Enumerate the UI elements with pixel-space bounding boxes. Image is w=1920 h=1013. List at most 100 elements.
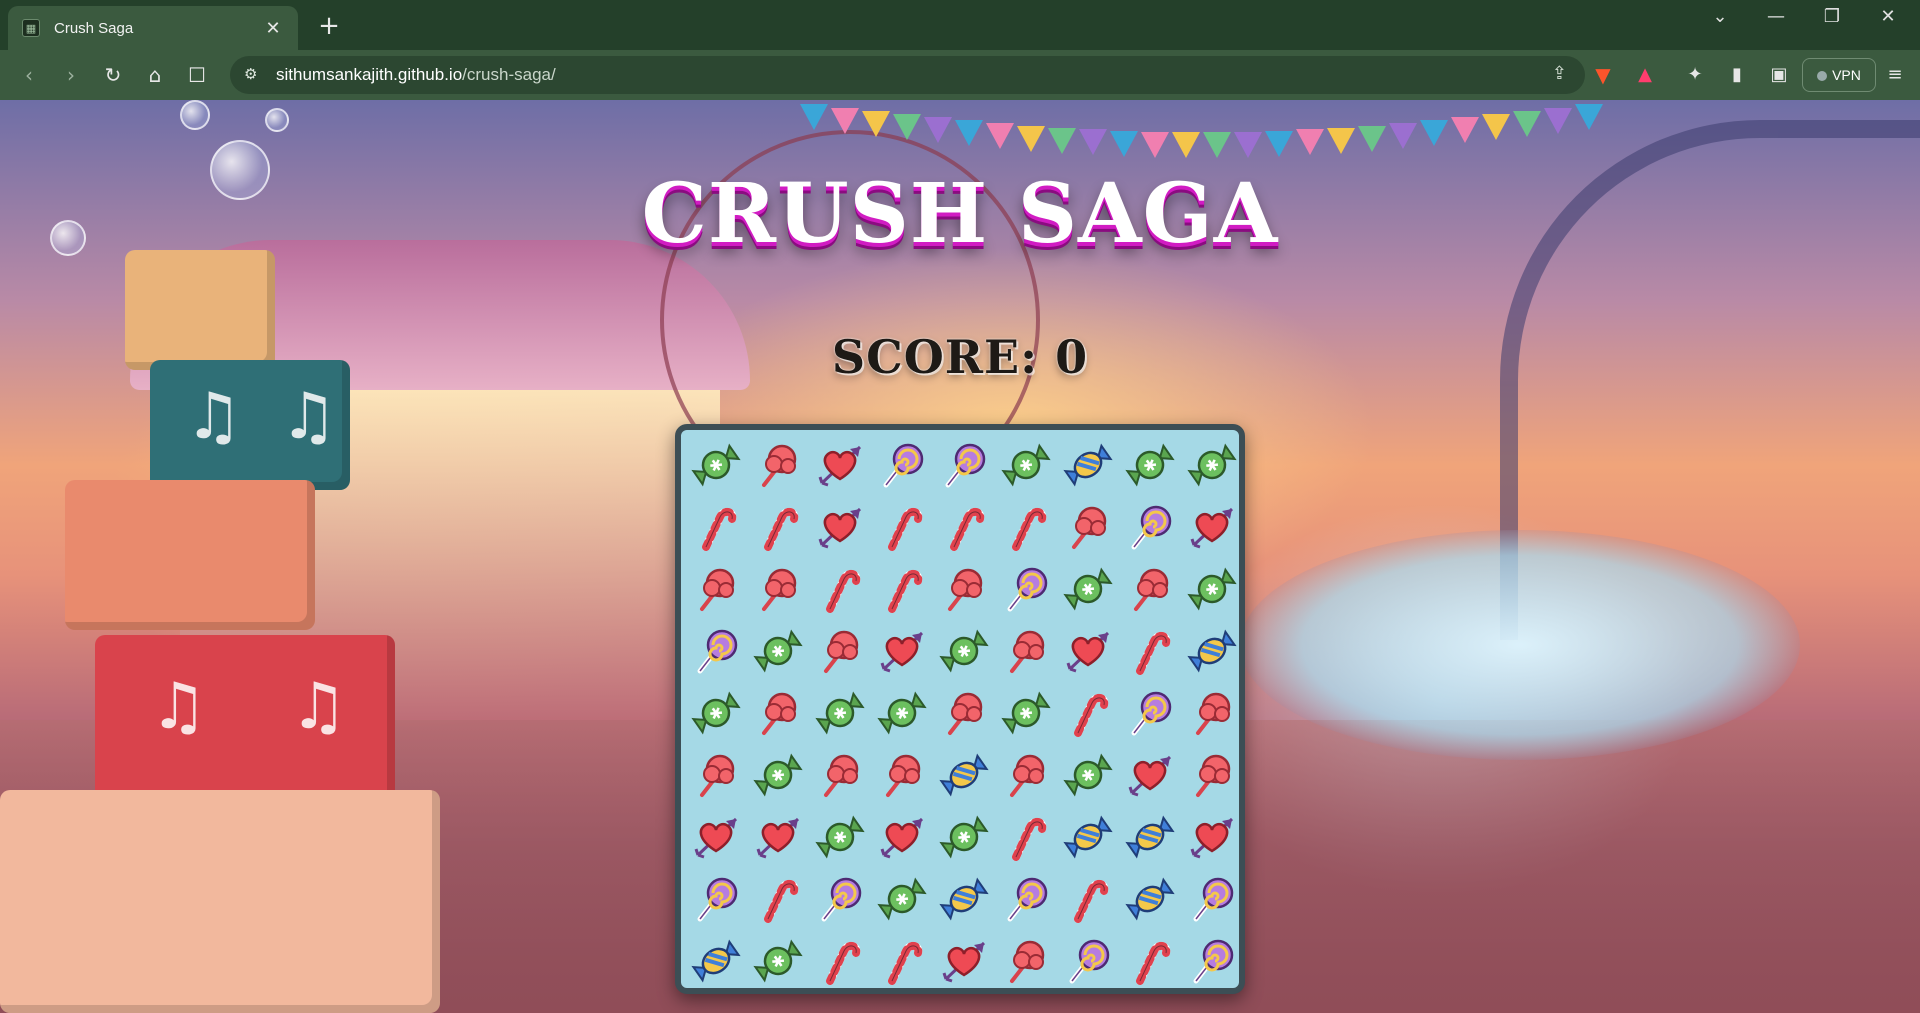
board-cell[interactable]: ✱	[1057, 744, 1119, 806]
board-cell[interactable]	[1057, 930, 1119, 992]
board-cell[interactable]	[747, 496, 809, 558]
new-tab-button[interactable]: +	[314, 12, 344, 42]
site-info-icon[interactable]: ⚙	[244, 65, 257, 83]
board-cell[interactable]	[1119, 682, 1181, 744]
board-cell[interactable]	[1057, 496, 1119, 558]
board-cell[interactable]	[809, 558, 871, 620]
tab-close-icon[interactable]: ✕	[262, 18, 284, 39]
board-cell[interactable]	[871, 434, 933, 496]
board-cell[interactable]	[1057, 868, 1119, 930]
board-cell[interactable]	[1181, 620, 1243, 682]
board-cell[interactable]	[809, 930, 871, 992]
board-cell[interactable]: ✱	[871, 868, 933, 930]
board-cell[interactable]	[747, 558, 809, 620]
board-cell[interactable]	[933, 682, 995, 744]
tab-crush-saga[interactable]: ▦ Crush Saga ✕	[8, 6, 298, 50]
address-bar[interactable]: ⚙ sithumsankajith.github.io/crush-saga/ …	[230, 56, 1585, 94]
board-cell[interactable]	[747, 434, 809, 496]
board-cell[interactable]	[1181, 806, 1243, 868]
bookmark-icon[interactable]: ☐	[182, 60, 212, 90]
board-cell[interactable]	[1119, 744, 1181, 806]
board-cell[interactable]	[933, 434, 995, 496]
vpn-button[interactable]: VPN	[1802, 58, 1876, 92]
board-cell[interactable]	[995, 558, 1057, 620]
board-cell[interactable]: ✱	[685, 682, 747, 744]
board-cell[interactable]: ✱	[1181, 434, 1243, 496]
board-cell[interactable]	[747, 682, 809, 744]
sidebar-icon[interactable]: ▮	[1722, 60, 1752, 90]
board-cell[interactable]	[1181, 496, 1243, 558]
board-cell[interactable]	[809, 620, 871, 682]
home-button[interactable]: ⌂	[140, 60, 170, 90]
wallet-icon[interactable]: ▣	[1764, 60, 1794, 90]
board-cell[interactable]	[809, 868, 871, 930]
board-cell[interactable]	[1181, 930, 1243, 992]
board-cell[interactable]	[871, 558, 933, 620]
board-cell[interactable]	[1181, 744, 1243, 806]
board-cell[interactable]	[685, 620, 747, 682]
close-window-button[interactable]: ✕	[1868, 6, 1908, 27]
restore-button[interactable]: ❐	[1812, 6, 1852, 27]
tab-search-chevron-icon[interactable]: ⌄	[1700, 6, 1740, 27]
board-cell[interactable]	[871, 930, 933, 992]
board-cell[interactable]: ✱	[809, 806, 871, 868]
board-cell[interactable]: ✱	[747, 744, 809, 806]
board-cell[interactable]	[809, 744, 871, 806]
board-cell[interactable]: ✱	[933, 620, 995, 682]
board-cell[interactable]: ✱	[685, 434, 747, 496]
minimize-button[interactable]: —	[1756, 6, 1796, 27]
board-cell[interactable]	[933, 496, 995, 558]
board-cell[interactable]	[685, 496, 747, 558]
board-cell[interactable]: ✱	[747, 620, 809, 682]
board-cell[interactable]	[685, 930, 747, 992]
board-cell[interactable]	[871, 744, 933, 806]
board-cell[interactable]	[933, 558, 995, 620]
board-cell[interactable]	[1181, 868, 1243, 930]
board-cell[interactable]	[1119, 558, 1181, 620]
board-cell[interactable]: ✱	[871, 682, 933, 744]
board-cell[interactable]	[871, 806, 933, 868]
board-cell[interactable]	[809, 496, 871, 558]
menu-icon[interactable]: ≡	[1880, 60, 1910, 90]
board-cell[interactable]	[1119, 620, 1181, 682]
forward-button[interactable]: ›	[56, 60, 86, 90]
board-cell[interactable]: ✱	[933, 806, 995, 868]
board-cell[interactable]	[685, 868, 747, 930]
board-cell[interactable]: ✱	[995, 434, 1057, 496]
board-cell[interactable]	[933, 744, 995, 806]
board-cell[interactable]	[995, 930, 1057, 992]
board-cell[interactable]	[933, 868, 995, 930]
board-cell[interactable]	[995, 744, 1057, 806]
brave-shields-icon[interactable]: ▼	[1588, 60, 1618, 90]
board-cell[interactable]	[1119, 868, 1181, 930]
board-cell[interactable]	[809, 434, 871, 496]
board-cell[interactable]	[1119, 806, 1181, 868]
board-cell[interactable]: ✱	[995, 682, 1057, 744]
board-cell[interactable]	[1181, 682, 1243, 744]
board-cell[interactable]	[871, 620, 933, 682]
board-cell[interactable]	[1057, 806, 1119, 868]
board-cell[interactable]	[995, 806, 1057, 868]
board-cell[interactable]	[1119, 496, 1181, 558]
board-cell[interactable]	[1119, 930, 1181, 992]
back-button[interactable]: ‹	[14, 60, 44, 90]
board-cell[interactable]: ✱	[747, 930, 809, 992]
board-cell[interactable]	[685, 558, 747, 620]
board-cell[interactable]	[747, 868, 809, 930]
extensions-icon[interactable]: ✦	[1680, 60, 1710, 90]
board-cell[interactable]	[995, 620, 1057, 682]
board-cell[interactable]: ✱	[1181, 558, 1243, 620]
board-cell[interactable]	[1057, 682, 1119, 744]
brave-rewards-icon[interactable]: ▲	[1630, 60, 1660, 90]
board-cell[interactable]: ✱	[1119, 434, 1181, 496]
board-cell[interactable]	[995, 868, 1057, 930]
board-cell[interactable]: ✱	[809, 682, 871, 744]
board-cell[interactable]	[871, 496, 933, 558]
share-icon[interactable]: ⇪	[1552, 63, 1567, 84]
board-cell[interactable]	[685, 744, 747, 806]
board-cell[interactable]	[685, 806, 747, 868]
board-cell[interactable]	[1057, 620, 1119, 682]
reload-button[interactable]: ↻	[98, 60, 128, 90]
board-cell[interactable]	[1057, 434, 1119, 496]
board-cell[interactable]: ✱	[1057, 558, 1119, 620]
